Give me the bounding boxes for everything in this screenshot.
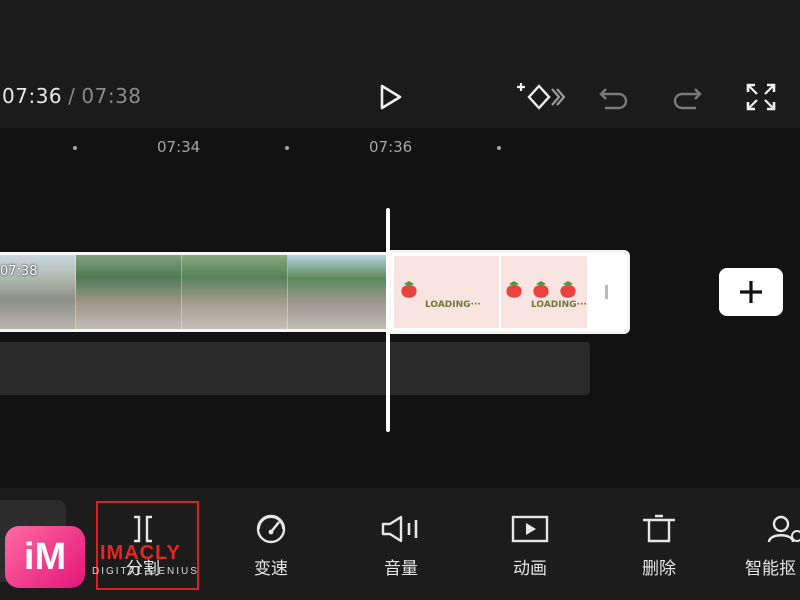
redo-button[interactable] [669, 80, 705, 114]
fullscreen-button[interactable] [743, 80, 779, 114]
delete-icon [643, 514, 675, 543]
play-button[interactable] [372, 80, 408, 114]
time-separator: / [68, 84, 76, 108]
fullscreen-icon [746, 83, 776, 111]
video-clip[interactable] [0, 252, 388, 332]
playhead[interactable] [386, 208, 390, 432]
watermark-brand: IMACLY [100, 542, 181, 564]
clip-duration: 07:38 [0, 264, 38, 279]
play-icon [380, 84, 402, 110]
volume-icon [381, 515, 418, 543]
plus-icon [740, 281, 762, 303]
speed-icon [256, 514, 286, 544]
tool-label: 音量 [384, 559, 418, 579]
redo-icon [673, 88, 702, 110]
ruler-tick [73, 146, 77, 150]
tool-delete[interactable]: 删除 [619, 514, 699, 579]
ruler-label: 07:36 [369, 138, 413, 156]
tool-volume[interactable]: 音量 [361, 514, 441, 579]
loading-clip[interactable]: LOADING··· LOADING··· [388, 250, 630, 334]
clip-trim-handle[interactable] [605, 285, 608, 299]
tool-label: 变速 [254, 559, 288, 579]
tool-smart-cutout[interactable]: 智能抠 [745, 514, 800, 579]
add-keyframe-button[interactable] [515, 80, 565, 114]
secondary-track[interactable] [0, 342, 590, 395]
undo-icon [599, 88, 628, 110]
ruler-label: 07:34 [157, 138, 201, 156]
strawberry-icon [506, 281, 522, 298]
clip-thumbnail [76, 255, 182, 329]
smart-cutout-icon [767, 515, 800, 543]
strawberry-icon [533, 281, 549, 298]
tool-animation[interactable]: 动画 [490, 514, 570, 579]
tool-speed[interactable]: 变速 [231, 514, 311, 579]
loading-text: LOADING··· [531, 300, 587, 310]
animation-icon [511, 515, 549, 543]
keyframe-add-icon [517, 83, 565, 110]
watermark-tagline: DIGITAL GENIUS [92, 566, 199, 577]
loading-text: LOADING··· [425, 300, 481, 310]
current-time: 07:36 [2, 84, 63, 108]
strawberry-icon [401, 281, 417, 298]
tool-label: 智能抠 [745, 559, 796, 579]
tool-label: 删除 [642, 559, 676, 579]
watermark-logo: iM [5, 526, 85, 588]
total-time: 07:38 [81, 84, 142, 108]
clip-thumbnail [288, 255, 388, 329]
add-clip-button[interactable] [719, 268, 783, 316]
clip-thumbnail [182, 255, 288, 329]
time-display: 07:36/07:38 [2, 84, 142, 108]
tool-label: 动画 [513, 559, 547, 579]
ruler-tick [285, 146, 289, 150]
ruler-tick [497, 146, 501, 150]
undo-button[interactable] [596, 80, 632, 114]
strawberry-icon [560, 281, 576, 298]
